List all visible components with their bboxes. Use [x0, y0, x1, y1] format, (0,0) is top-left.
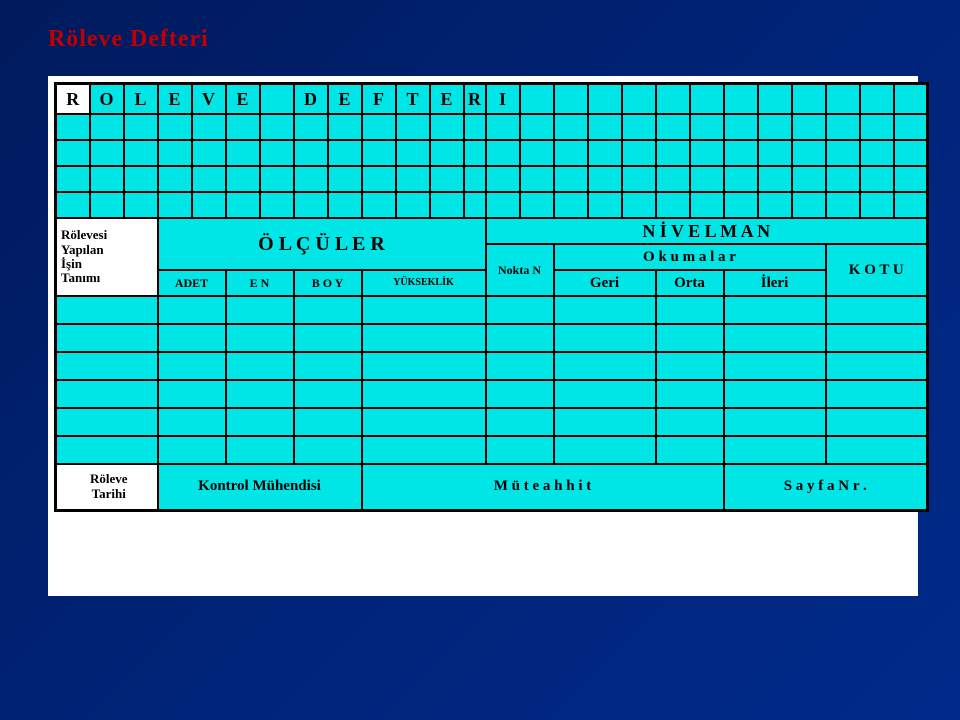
label-boy: B O Y: [294, 270, 362, 296]
page-title: Röleve Defteri: [48, 26, 209, 53]
label-adet: ADET: [158, 270, 226, 296]
label-roleve-tarihi: Röleve Tarihi: [56, 464, 158, 510]
label-en: E N: [226, 270, 294, 296]
label-muteahhit: M ü t e a h h i t: [362, 464, 724, 510]
label-rolevesi: Rölevesi Yapılan İşin Tanımı: [56, 218, 158, 296]
label-olculer: Ö L Ç Ü L E R: [158, 218, 486, 270]
label-orta: Orta: [656, 270, 724, 296]
label-ileri: İleri: [724, 270, 826, 296]
roleve-table: RO LE VE DE FT ER I R O L E V E D E F T …: [54, 82, 929, 512]
label-nivelman: N İ V E L M A N: [486, 218, 928, 244]
label-yukseklik: YÜKSEKLİK: [362, 270, 486, 296]
label-kontrol: Kontrol Mühendisi: [158, 464, 362, 510]
label-okumalar: O k u m a l a r: [554, 244, 826, 270]
label-geri: Geri: [554, 270, 656, 296]
form-sheet: RO LE VE DE FT ER I R O L E V E D E F T …: [48, 76, 918, 596]
label-sayfa: S a y f a N r .: [724, 464, 928, 510]
label-nokta: Nokta N: [486, 244, 554, 296]
label-kotu: K O T U: [826, 244, 928, 296]
